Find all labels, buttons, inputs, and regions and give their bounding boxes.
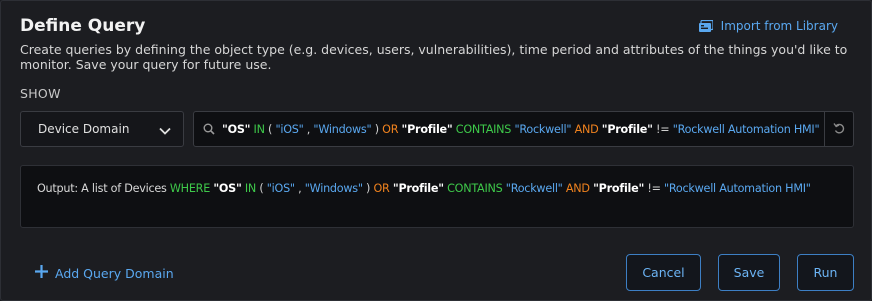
query-token-paren: , xyxy=(294,182,305,195)
query-token-str: "Rockwell Automation HMI" xyxy=(664,182,811,195)
chevron-down-icon xyxy=(159,120,171,139)
query-token-field: "OS" xyxy=(222,122,251,136)
add-query-domain-label: Add Query Domain xyxy=(55,265,174,281)
query-token-str: "iOS" xyxy=(275,122,304,136)
query-token-logic: AND xyxy=(571,122,602,136)
query-token-paren: ( xyxy=(259,182,267,195)
query-text[interactable]: "OS" IN ( "iOS" , "Windows" ) OR "Profil… xyxy=(222,123,824,136)
query-input[interactable]: "OS" IN ( "iOS" , "Windows" ) OR "Profil… xyxy=(193,111,854,147)
page-title: Define Query xyxy=(20,16,146,36)
output-expression: "OS" IN ( "iOS" , "Windows" ) OR "Profil… xyxy=(213,182,811,195)
query-token-field: "Profile" xyxy=(601,122,653,136)
query-token-logic: AND xyxy=(562,182,594,195)
output-where-keyword: WHERE xyxy=(169,182,214,195)
query-token-paren: , xyxy=(303,122,314,136)
query-token-str: "Windows" xyxy=(313,122,372,136)
query-token-neq: != xyxy=(652,122,673,136)
query-token-str: "Windows" xyxy=(304,182,363,195)
output-prefix: Output: A list of Devices xyxy=(37,182,170,195)
query-token-paren: ) xyxy=(371,122,383,136)
query-token-str: "Rockwell" xyxy=(505,182,563,195)
query-token-field: "Profile" xyxy=(392,182,444,195)
query-token-str: "Rockwell" xyxy=(514,122,572,136)
import-from-library-link[interactable]: Import from Library xyxy=(698,19,838,33)
query-token-paren: ) xyxy=(362,182,374,195)
define-query-panel: Define Query Import from Library Create … xyxy=(0,0,872,301)
query-token-str: "iOS" xyxy=(266,182,295,195)
domain-select[interactable]: Device Domain xyxy=(20,111,184,147)
show-label: SHOW xyxy=(20,86,61,101)
query-token-in: IN xyxy=(250,122,269,136)
query-token-str: "Rockwell Automation HMI" xyxy=(672,122,820,136)
reset-query-button[interactable] xyxy=(824,112,853,146)
library-icon xyxy=(698,20,713,32)
query-token-logic: OR xyxy=(382,122,402,136)
cancel-button[interactable]: Cancel xyxy=(626,254,701,291)
query-token-op: CONTAINS xyxy=(443,182,506,195)
search-icon xyxy=(203,123,215,135)
run-button[interactable]: Run xyxy=(797,254,854,291)
query-token-field: "Profile" xyxy=(593,182,645,195)
query-token-logic: OR xyxy=(373,182,393,195)
undo-icon xyxy=(832,120,846,139)
query-token-field: "OS" xyxy=(213,182,242,195)
query-token-op: CONTAINS xyxy=(452,122,515,136)
description-text: Create queries by defining the object ty… xyxy=(20,42,848,72)
plus-icon xyxy=(34,264,49,282)
query-token-in: IN xyxy=(241,182,260,195)
domain-select-value: Device Domain xyxy=(38,122,130,136)
query-token-field: "Profile" xyxy=(401,122,453,136)
add-query-domain-button[interactable]: Add Query Domain xyxy=(34,264,174,282)
query-output: Output: A list of Devices WHERE "OS" IN … xyxy=(20,165,854,228)
query-token-neq: != xyxy=(644,182,665,195)
import-label: Import from Library xyxy=(720,19,838,33)
save-button[interactable]: Save xyxy=(718,254,780,291)
